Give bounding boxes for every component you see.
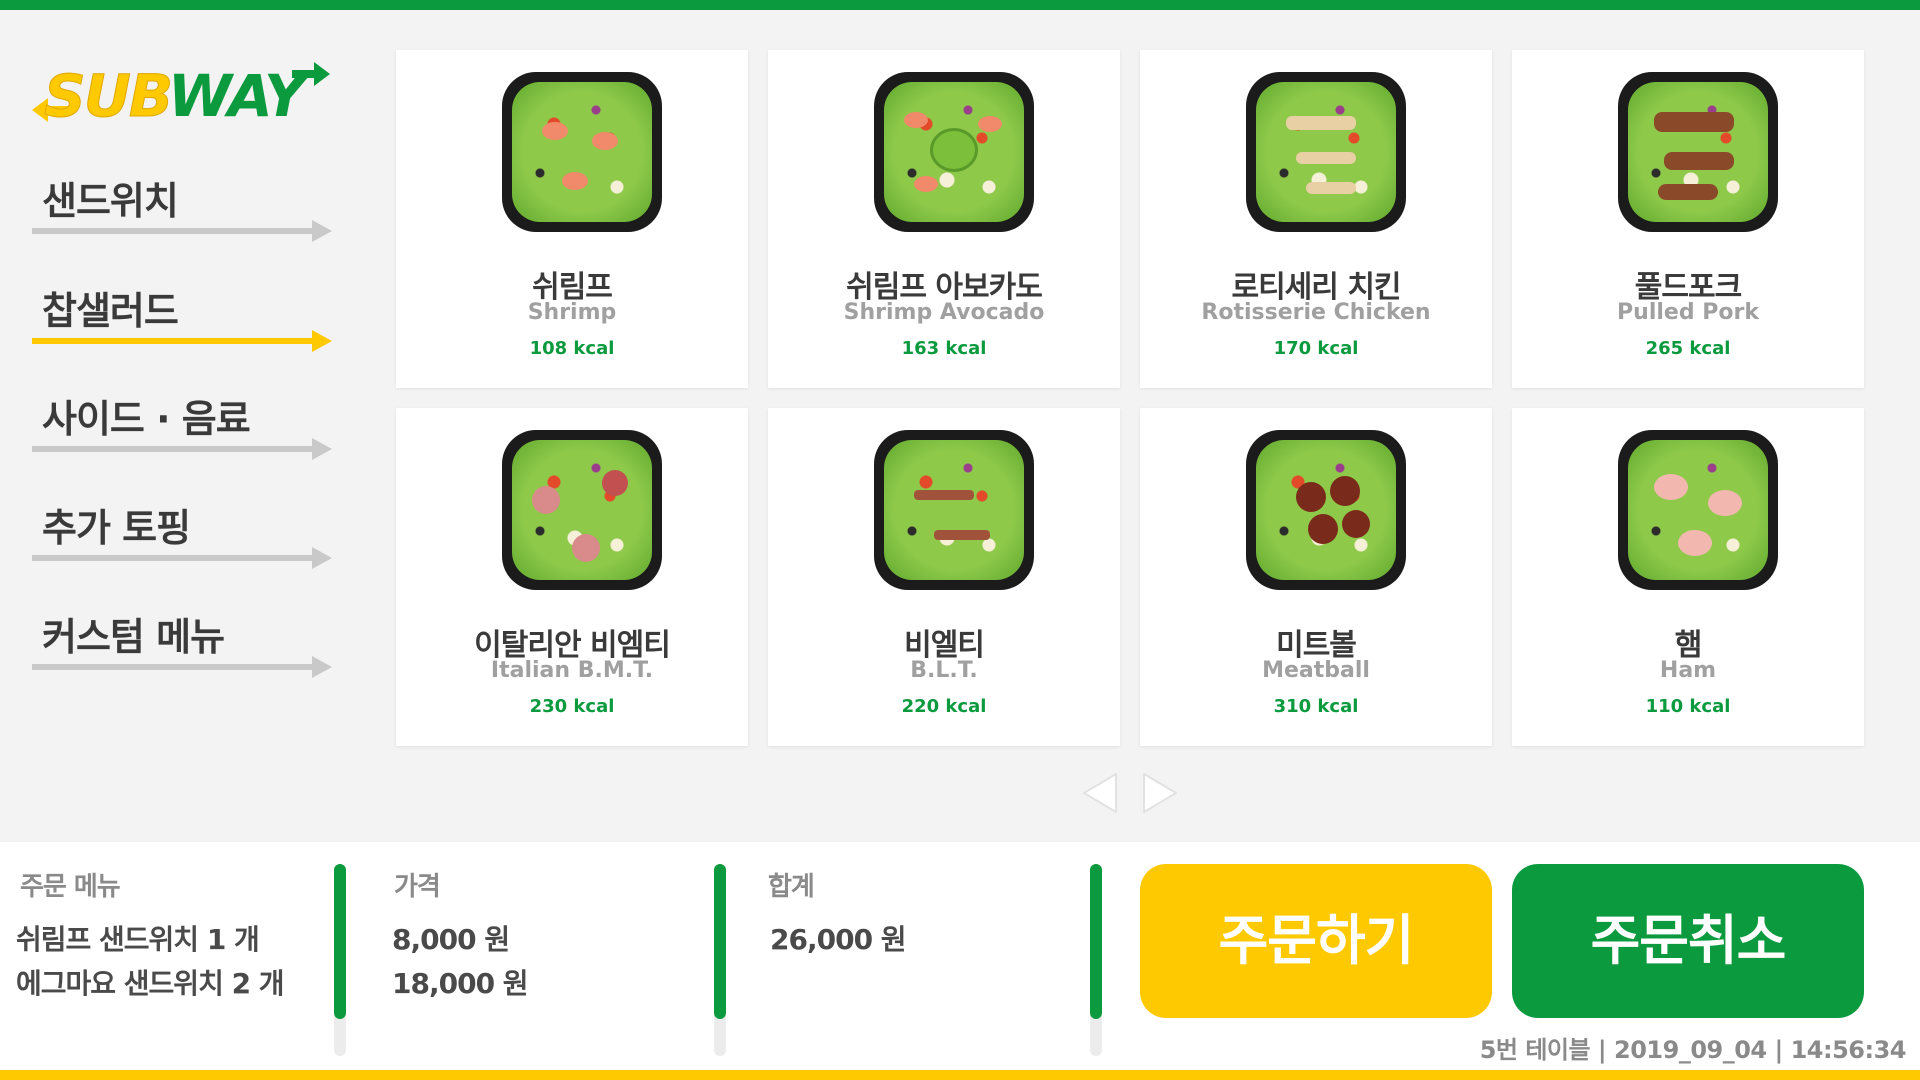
menu-kcal: 110 kcal <box>1645 696 1731 717</box>
price-line: 18,000 원 <box>392 967 529 1000</box>
subway-logo: SUBWAY <box>30 58 340 131</box>
logo-sub-text: SUB <box>44 62 171 131</box>
price-scrollbar[interactable] <box>714 864 726 1056</box>
menu-card-rotisserie-chicken[interactable]: 로티세리 치킨 Rotisserie Chicken 170 kcal <box>1140 50 1492 388</box>
nav-arrow-icon <box>32 438 332 460</box>
menu-card-blt[interactable]: 비엘티 B.L.T. 220 kcal <box>768 408 1120 746</box>
menu-card-pulled-pork[interactable]: 풀드포크 Pulled Pork 265 kcal <box>1512 50 1864 388</box>
menu-name-en: Ham <box>1659 658 1717 683</box>
menu-name-en: Rotisserie Chicken <box>1201 300 1431 325</box>
top-accent-bar <box>0 0 1920 10</box>
salad-bowl-image <box>874 430 1034 590</box>
sidebar-item-label: 찹샐러드 <box>42 289 179 333</box>
next-page-button[interactable] <box>1140 770 1180 816</box>
total-value: 26,000 원 <box>770 923 907 956</box>
menu-kcal: 230 kcal <box>529 696 615 717</box>
price-title: 가격 <box>394 872 441 902</box>
sidebar-item-chopped-salad[interactable]: 찹샐러드 <box>32 280 342 352</box>
menu-kcal: 220 kcal <box>901 696 987 717</box>
sidebar-item-side-drink[interactable]: 사이드 · 음료 <box>32 388 342 460</box>
sidebar-item-label: 사이드 · 음료 <box>42 397 251 441</box>
menu-name-en: Meatball <box>1262 658 1370 683</box>
chevron-right-icon <box>1143 773 1177 813</box>
nav-arrow-icon <box>32 547 332 569</box>
total-title: 합계 <box>768 872 815 902</box>
sidebar-item-sandwich[interactable]: 샌드위치 <box>32 170 342 242</box>
menu-card-ham[interactable]: 햄 Ham 110 kcal <box>1512 408 1864 746</box>
sidebar-item-label: 추가 토핑 <box>42 506 191 550</box>
menu-card-shrimp-avocado[interactable]: 쉬림프 아보카도 Shrimp Avocado 163 kcal <box>768 50 1120 388</box>
order-menu-line: 에그마요 샌드위치 2 개 <box>16 967 285 1000</box>
nav-arrow-icon <box>32 220 332 242</box>
sidebar-item-label: 커스텀 메뉴 <box>42 615 225 659</box>
salad-bowl-image <box>502 430 662 590</box>
order-menu-scrollbar[interactable] <box>334 864 346 1056</box>
order-button[interactable]: 주문하기 <box>1140 864 1492 1018</box>
nav-arrow-icon <box>32 330 332 352</box>
menu-kcal: 108 kcal <box>529 338 615 359</box>
salad-bowl-image <box>874 72 1034 232</box>
nav-arrow-icon <box>32 656 332 678</box>
menu-kcal: 265 kcal <box>1645 338 1731 359</box>
price-line: 8,000 원 <box>392 923 510 956</box>
total-scrollbar[interactable] <box>1090 864 1102 1056</box>
salad-bowl-image <box>1618 430 1778 590</box>
bottom-accent-bar <box>0 1070 1920 1080</box>
menu-card-meatball[interactable]: 미트볼 Meatball 310 kcal <box>1140 408 1492 746</box>
salad-bowl-image <box>502 72 662 232</box>
chevron-left-icon <box>1083 773 1117 813</box>
menu-kcal: 310 kcal <box>1273 696 1359 717</box>
sidebar-item-extra-topping[interactable]: 추가 토핑 <box>32 497 342 569</box>
menu-name-en: Pulled Pork <box>1617 300 1759 325</box>
menu-card-italian-bmt[interactable]: 이탈리안 비엠티 Italian B.M.T. 230 kcal <box>396 408 748 746</box>
menu-name-en: Shrimp Avocado <box>843 300 1045 325</box>
sidebar-item-label: 샌드위치 <box>42 179 179 223</box>
order-menu-line: 쉬림프 샌드위치 1 개 <box>16 923 260 956</box>
menu-kcal: 163 kcal <box>901 338 987 359</box>
salad-bowl-image <box>1246 72 1406 232</box>
salad-bowl-image <box>1618 72 1778 232</box>
order-panel: 주문 메뉴 쉬림프 샌드위치 1 개 에그마요 샌드위치 2 개 가격 8,00… <box>0 842 1920 1070</box>
salad-bowl-image <box>1246 430 1406 590</box>
menu-kcal: 170 kcal <box>1273 338 1359 359</box>
order-menu-title: 주문 메뉴 <box>20 872 121 902</box>
cancel-order-button[interactable]: 주문취소 <box>1512 864 1864 1018</box>
sidebar-item-custom-menu[interactable]: 커스텀 메뉴 <box>32 606 342 678</box>
menu-name-en: Italian B.M.T. <box>490 658 654 683</box>
table-datetime-status: 5번 테이블 | 2019_09_04 | 14:56:34 <box>1479 1036 1907 1064</box>
menu-name-en: Shrimp <box>527 300 617 325</box>
logo-way-text: WAY <box>167 62 306 130</box>
menu-name-en: B.L.T. <box>910 658 978 683</box>
menu-card-shrimp[interactable]: 쉬림프 Shrimp 108 kcal <box>396 50 748 388</box>
prev-page-button[interactable] <box>1080 770 1120 816</box>
